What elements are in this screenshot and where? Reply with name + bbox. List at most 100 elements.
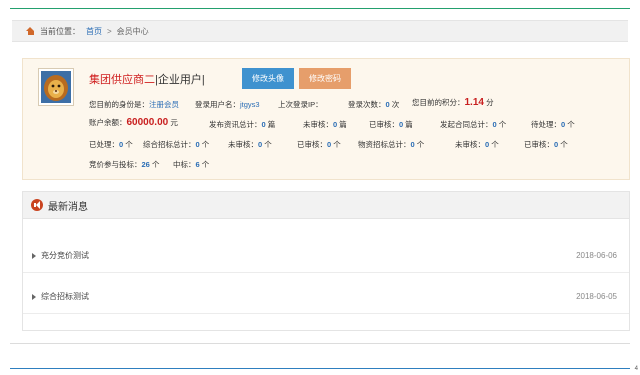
stat-value: 0 — [485, 140, 490, 149]
stat-unit: 个 — [333, 140, 341, 149]
stat-label: 竞价参与投标： — [89, 160, 142, 169]
news-item-title[interactable]: 综合招标测试 — [41, 291, 89, 302]
last-login-field: 上次登录IP： — [278, 99, 323, 110]
points-label: 您目前的积分： — [412, 98, 465, 107]
login-count-field: 登录次数：0 次 — [348, 99, 399, 110]
stat-value: 0 — [410, 140, 415, 149]
stats-row-2: 已处理：0 个 综合招标总计：0 个 未审核：0 个 已审核：0 个 物资招标总… — [23, 139, 629, 149]
stat-label: 已审核： — [369, 120, 399, 129]
stat-value: 0 — [333, 120, 338, 129]
news-list: 充分竞价测试 2018-06-06 综合招标测试 2018-06-05 — [22, 219, 630, 331]
stat-label: 未审核： — [455, 140, 485, 149]
change-avatar-button[interactable]: 修改头像 — [242, 68, 294, 89]
points-field: 您目前的积分：1.14 分 — [412, 97, 494, 108]
stat-unit: 个 — [125, 140, 133, 149]
stat-item: 未审核：0 个 — [228, 139, 272, 150]
stat-label: 中标： — [173, 160, 196, 169]
stat-unit: 个 — [491, 140, 499, 149]
news-item-title[interactable]: 充分竞价测试 — [41, 250, 89, 261]
points-value: 1.14 — [464, 97, 484, 108]
balance-label: 账户余额： — [89, 118, 127, 127]
user-info-panel: 集团供应商二 |企业用户| 修改头像 修改密码 您目前的身份是：注册会员 登录用… — [22, 58, 630, 180]
bullet-arrow-icon — [32, 252, 36, 259]
stat-unit: 个 — [151, 160, 160, 169]
stat-item: 物资招标总计：0 个 — [358, 139, 424, 150]
login-name-value: jtgys3 — [240, 100, 260, 109]
identity-value-link[interactable]: 注册会员 — [149, 100, 179, 109]
list-item[interactable]: 综合招标测试 2018-06-05 — [23, 280, 629, 314]
stat-item: 发布资讯总计：0 篇 — [209, 119, 275, 130]
balance-unit: 元 — [170, 118, 178, 127]
footer-divider — [10, 343, 630, 344]
stat-value: 0 — [261, 120, 266, 129]
breadcrumb-prefix: 当前位置： — [40, 26, 80, 36]
stat-unit: 个 — [498, 120, 507, 129]
stat-unit: 个 — [416, 140, 425, 149]
stat-unit: 篇 — [339, 120, 347, 129]
stat-item: 已审核：0 个 — [297, 139, 341, 150]
login-name-label: 登录用户名： — [195, 100, 240, 109]
corner-mark: 4 — [634, 366, 638, 372]
stat-value: 0 — [327, 140, 332, 149]
stat-item: 发起合同总计：0 个 — [440, 119, 506, 130]
stat-unit: 个 — [201, 140, 210, 149]
company-name: 集团供应商二 — [89, 74, 155, 86]
stat-item: 中标：6 个 — [173, 159, 209, 170]
login-count-value: 0 — [385, 100, 390, 109]
news-title: 最新消息 — [48, 201, 88, 213]
stats-row-1: 账户余额：60000.00 元 发布资讯总计：0 篇 未审核：0 篇 已审核：0… — [23, 117, 629, 130]
change-password-button[interactable]: 修改密码 — [299, 68, 351, 89]
stat-label: 待处理： — [531, 120, 561, 129]
identity-field: 您目前的身份是：注册会员 — [89, 99, 179, 110]
stat-label: 未审核： — [228, 140, 258, 149]
stat-unit: 个 — [264, 140, 272, 149]
news-item-date: 2018-06-05 — [576, 292, 617, 301]
stat-label: 未审核： — [303, 120, 333, 129]
stat-item: 竞价参与投标：26 个 — [89, 159, 159, 170]
stat-item: 已审核：0 个 — [524, 139, 568, 150]
stat-item: 未审核：0 个 — [455, 139, 499, 150]
stat-item: 综合招标总计：0 个 — [143, 139, 209, 150]
stat-unit: 个 — [201, 160, 210, 169]
points-unit: 分 — [486, 98, 494, 107]
list-item[interactable]: 充分竞价测试 2018-06-06 — [23, 239, 629, 273]
stat-label: 发起合同总计： — [440, 120, 493, 129]
login-count-unit: 次 — [391, 100, 400, 109]
balance-value: 60000.00 — [126, 117, 169, 128]
stat-value: 0 — [492, 120, 497, 129]
stat-label: 已处理： — [89, 140, 119, 149]
news-header: 最新消息 — [22, 191, 630, 219]
stat-value: 0 — [258, 140, 263, 149]
stat-unit: 个 — [560, 140, 568, 149]
stat-value: 0 — [399, 120, 404, 129]
stat-label: 综合招标总计： — [143, 140, 196, 149]
stat-unit: 篇 — [405, 120, 413, 129]
news-item-date: 2018-06-06 — [576, 251, 617, 260]
top-divider — [10, 8, 630, 9]
stat-unit: 篇 — [267, 120, 276, 129]
stat-item: 已处理：0 个 — [89, 139, 133, 150]
stat-value: 0 — [554, 140, 559, 149]
stat-item: 已审核：0 篇 — [369, 119, 413, 130]
user-type: |企业用户| — [155, 74, 205, 86]
stat-label: 已审核： — [524, 140, 554, 149]
account-info-row: 您目前的身份是：注册会员 登录用户名：jtgys3 上次登录IP： 登录次数：0… — [23, 97, 629, 110]
balance-field: 账户余额：60000.00 元 — [89, 117, 178, 128]
stat-value: 0 — [119, 140, 124, 149]
bullet-arrow-icon — [32, 293, 36, 300]
footer-blue-line — [10, 368, 630, 369]
stat-label: 已审核： — [297, 140, 327, 149]
breadcrumb-current: 会员中心 — [116, 26, 149, 36]
stat-label: 发布资讯总计： — [209, 120, 262, 129]
stat-unit: 个 — [567, 120, 575, 129]
stat-item: 待处理：0 个 — [531, 119, 575, 130]
breadcrumb: 当前位置： 首页 > 会员中心 — [12, 20, 628, 42]
stat-item: 未审核：0 篇 — [303, 119, 347, 130]
speaker-icon — [31, 199, 43, 211]
stat-value: 6 — [195, 160, 200, 169]
stat-value: 0 — [195, 140, 200, 149]
breadcrumb-separator: > — [107, 26, 112, 36]
home-icon — [26, 27, 35, 35]
stat-value: 26 — [141, 160, 150, 169]
breadcrumb-home-link[interactable]: 首页 — [86, 26, 102, 37]
